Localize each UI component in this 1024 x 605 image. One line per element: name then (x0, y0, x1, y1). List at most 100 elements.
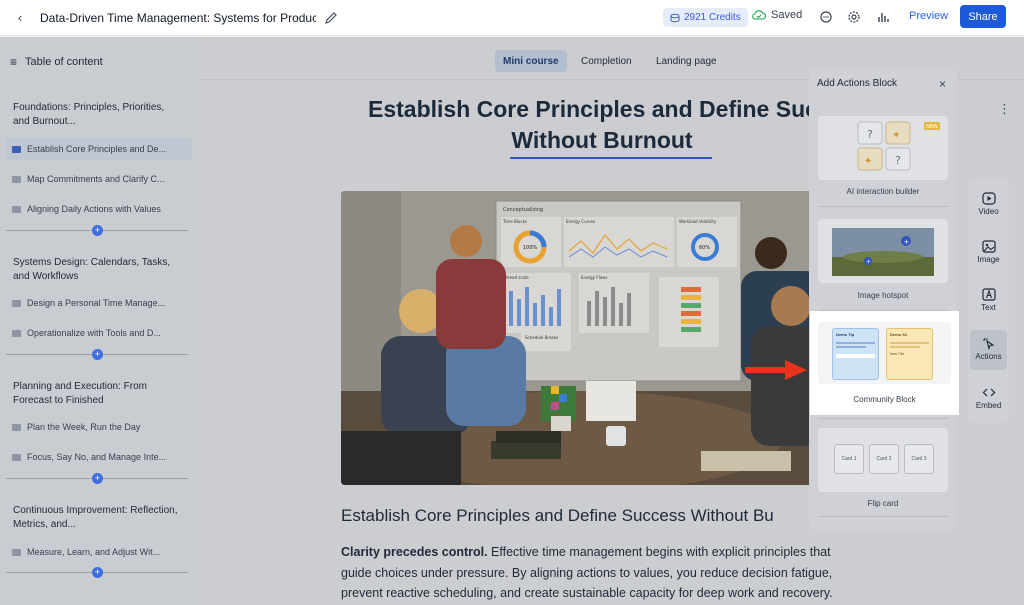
toc-item[interactable]: Operationalize with Tools and D... (6, 322, 192, 344)
hero-image[interactable]: Conceptualizing Time Blocks 100% Energy … (341, 191, 821, 485)
coin-icon (670, 13, 680, 22)
course-title[interactable]: Data-Driven Time Management: Systems for… (40, 11, 316, 25)
cloud-check-icon (752, 10, 766, 20)
pencil-icon[interactable] (324, 11, 338, 25)
toc-item[interactable]: Map Commitments and Clarify C... (6, 168, 192, 190)
toc-item[interactable]: Establish Core Principles and De... (6, 138, 192, 160)
mini-card-label: New Title (890, 352, 905, 356)
toc-item[interactable]: Focus, Say No, and Manage Inte... (6, 446, 192, 468)
close-icon[interactable]: × (939, 77, 946, 91)
tool-label: Actions (975, 352, 1002, 361)
document-icon (12, 175, 21, 183)
hotspot-thumbnail: + + (832, 228, 934, 276)
flip-card-sample: Card 1 (834, 444, 864, 474)
lesson-paragraph[interactable]: Clarity precedes control. Effective time… (341, 542, 863, 604)
toc-title: Table of content (25, 56, 103, 68)
document-icon (12, 299, 21, 307)
community-block-thumbnail: Demo Tip Demo S2 New Title (818, 322, 951, 384)
image-hotspot-card[interactable]: + + (818, 219, 948, 283)
add-actions-block-panel: Add Actions Block × ? ✦ ✦ ? NEW AI inter… (809, 68, 957, 530)
toc-item-label: Design a Personal Time Manage... (27, 298, 166, 308)
cursor-click-icon (982, 338, 994, 350)
svg-text:?: ? (867, 128, 873, 141)
flip-card-sample: Card 2 (869, 444, 899, 474)
tool-image[interactable]: Image (968, 240, 1009, 264)
toc-header[interactable]: ≡ Table of content (10, 55, 103, 69)
back-chevron-icon[interactable]: ‹ (0, 10, 40, 25)
save-status: Saved (752, 9, 802, 21)
tool-actions[interactable]: Actions (970, 330, 1007, 370)
svg-text:+: + (904, 238, 910, 246)
pointer-arrow-icon (745, 360, 807, 380)
toc-item-label: Focus, Say No, and Manage Inte... (27, 452, 167, 462)
flip-card-card[interactable]: Card 1 Card 2 Card 3 (818, 428, 948, 492)
board-label: Energy Flows (581, 275, 608, 280)
gear-icon[interactable] (847, 10, 861, 24)
panel-title: Add Actions Block (817, 78, 898, 89)
top-bar: ‹ Data-Driven Time Management: Systems f… (0, 0, 1024, 36)
community-block-card[interactable]: Demo Tip Demo S2 New Title Community Blo… (810, 311, 959, 415)
chat-icon[interactable] (819, 10, 833, 24)
section-title[interactable]: Planning and Execution: From Forecast to… (13, 380, 183, 408)
more-options-icon[interactable]: ⋮ (998, 101, 1011, 117)
add-lesson-plus-icon[interactable]: + (92, 225, 103, 236)
tool-text[interactable]: Text (968, 288, 1009, 312)
lesson-heading[interactable]: Establish Core Principles and Define Suc… (342, 94, 862, 156)
document-icon (12, 423, 21, 431)
mini-card-title: Demo Tip (836, 332, 855, 337)
tab-completion[interactable]: Completion (573, 50, 640, 72)
analytics-icon[interactable] (876, 10, 890, 24)
tool-label: Embed (975, 401, 1002, 410)
board-label: Time Blocks (502, 219, 527, 224)
toc-item-label: Map Commitments and Clarify C... (27, 174, 165, 184)
tab-landing-page[interactable]: Landing page (648, 50, 725, 72)
new-badge: NEW (926, 124, 938, 130)
ai-interaction-builder-card[interactable]: ? ✦ ✦ ? NEW (818, 116, 948, 180)
svg-text:?: ? (895, 154, 901, 167)
video-icon (981, 192, 996, 205)
add-lesson-plus-icon[interactable]: + (92, 567, 103, 578)
card-label: AI interaction builder (846, 187, 920, 196)
tool-embed[interactable]: Embed (968, 386, 1009, 410)
section-title[interactable]: Foundations: Principles, Priorities, and… (13, 101, 183, 129)
image-icon (981, 240, 996, 253)
toc-item-label: Measure, Learn, and Adjust Wit... (27, 547, 161, 557)
credits-badge[interactable]: 2921 Credits (663, 8, 748, 27)
board-title: Conceptualizing (503, 207, 543, 213)
tool-label: Video (978, 207, 999, 216)
team-meeting-illustration: Conceptualizing Time Blocks 100% Energy … (341, 191, 821, 485)
donut-value: 100% (523, 245, 538, 251)
card-separator (818, 206, 948, 207)
section-subheading[interactable]: Establish Core Principles and Define Suc… (341, 506, 774, 526)
toc-item[interactable]: Aligning Daily Actions with Values (6, 198, 192, 220)
code-icon (982, 388, 995, 397)
card-label: Image hotspot (857, 291, 909, 300)
add-lesson-plus-icon[interactable]: + (92, 349, 103, 360)
toc-item[interactable]: Plan the Week, Run the Day (6, 416, 192, 438)
share-button[interactable]: Share (960, 5, 1006, 28)
document-icon (12, 205, 21, 213)
document-icon (12, 145, 21, 153)
toc-item[interactable]: Measure, Learn, and Adjust Wit... (6, 541, 192, 563)
card-separator (818, 418, 948, 419)
menu-icon: ≡ (10, 55, 18, 69)
section-title[interactable]: Continuous Improvement: Reflection, Metr… (13, 504, 183, 532)
mini-card-title: Demo S2 (890, 332, 908, 337)
board-label: Thread scale (502, 275, 529, 280)
heading-underline (510, 157, 712, 159)
preview-button[interactable]: Preview (909, 10, 948, 22)
toc-item[interactable]: Design a Personal Time Manage... (6, 292, 192, 314)
tool-video[interactable]: Video (968, 192, 1009, 216)
document-icon (12, 548, 21, 556)
svg-text:+: + (866, 259, 871, 266)
card-label: Community Block (853, 395, 916, 404)
toc-item-label: Aligning Daily Actions with Values (27, 204, 161, 214)
add-lesson-plus-icon[interactable]: + (92, 473, 103, 484)
ai-builder-thumbnail: ? ✦ ✦ ? NEW (857, 121, 940, 171)
svg-text:✦: ✦ (892, 130, 900, 141)
document-icon (12, 453, 21, 461)
tool-label: Text (981, 303, 996, 312)
section-title[interactable]: Systems Design: Calendars, Tasks, and Wo… (13, 256, 183, 284)
tab-mini-course[interactable]: Mini course (495, 50, 567, 72)
toc-item-label: Operationalize with Tools and D... (27, 328, 161, 338)
